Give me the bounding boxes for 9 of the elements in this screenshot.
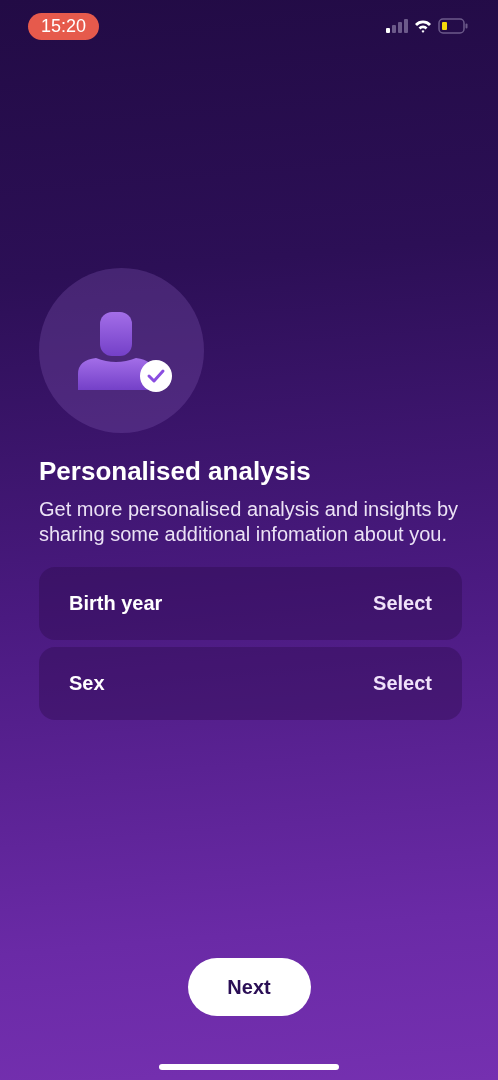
description-text: Get more personalised analysis and insights by sharing some additional infomation about you. [39, 497, 460, 547]
signal-icon [386, 19, 408, 33]
next-button[interactable]: Next [187, 958, 311, 1016]
select-row[interactable]: Sex Select [39, 647, 462, 720]
wifi-icon [414, 19, 432, 33]
screen-title: Personalised analysis [39, 455, 312, 487]
select-row[interactable]: Birth year Select [39, 567, 462, 640]
status-time: 15:20 [28, 12, 100, 40]
battery-icon [438, 18, 468, 34]
